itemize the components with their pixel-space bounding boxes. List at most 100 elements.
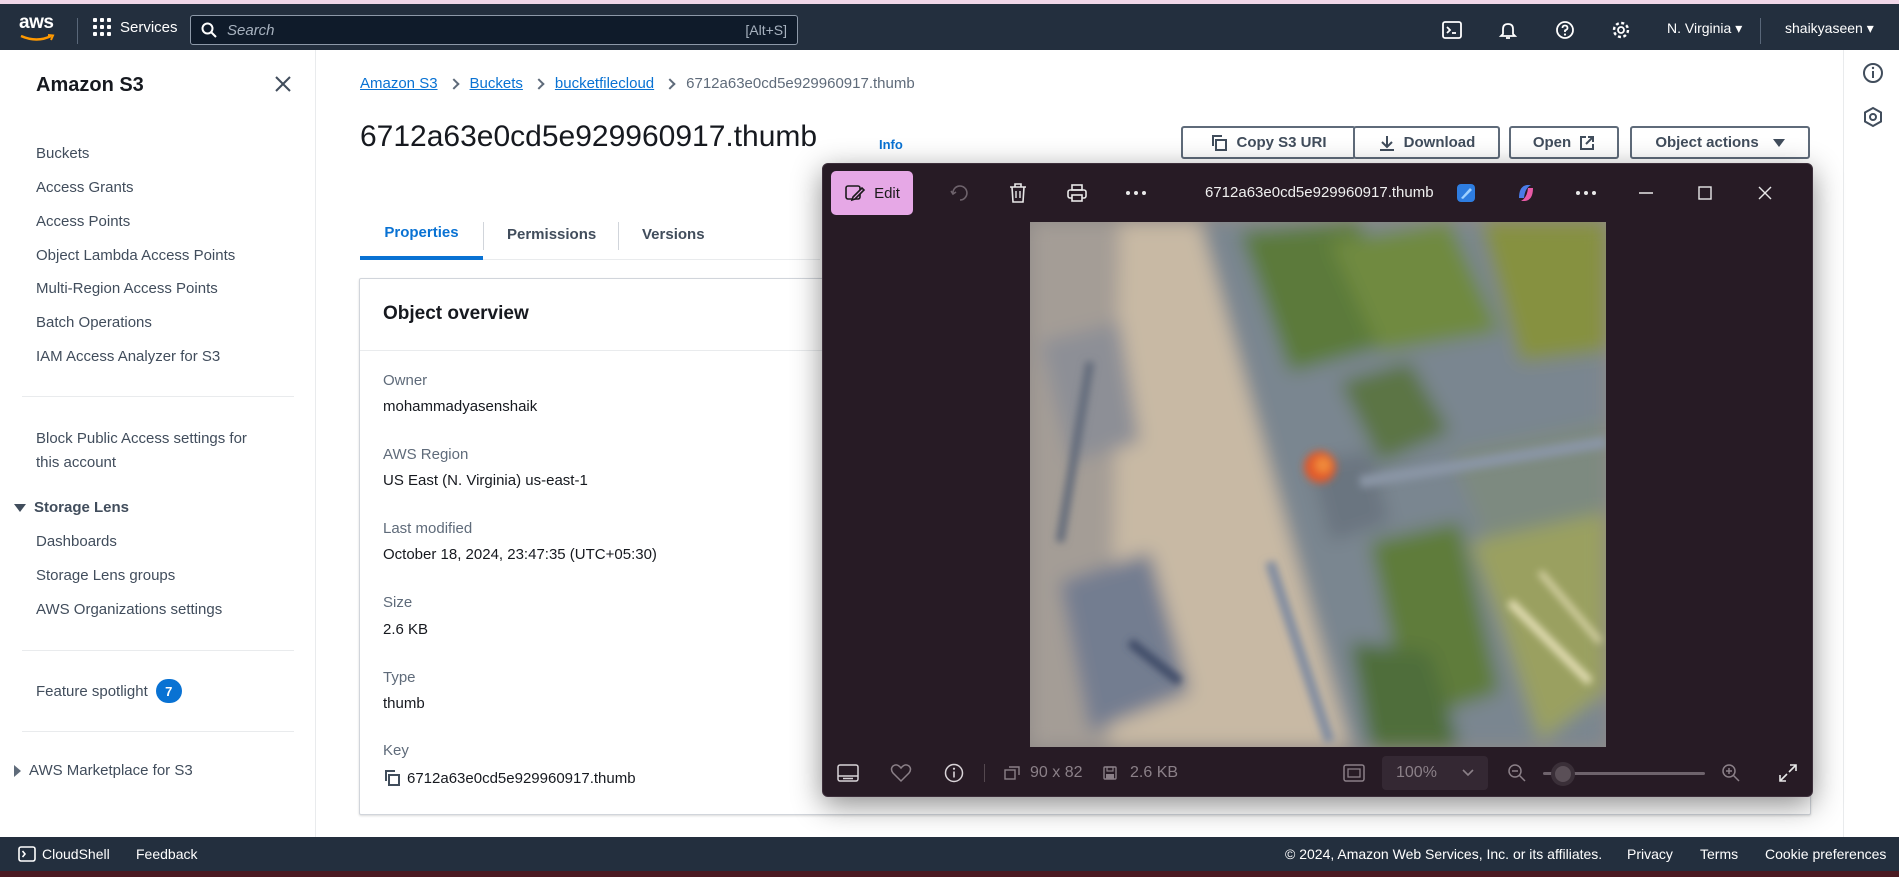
image-file-size: 2.6 KB: [1130, 764, 1179, 781]
privacy-link[interactable]: Privacy: [1627, 846, 1673, 862]
tab-permissions[interactable]: Permissions: [507, 208, 596, 260]
info-circle-icon[interactable]: [1862, 62, 1884, 84]
search-input[interactable]: Search [Alt+S]: [190, 15, 798, 45]
copy-icon[interactable]: [383, 769, 401, 787]
heart-icon[interactable]: [890, 763, 912, 783]
sidebar-divider: [22, 396, 294, 397]
storage-lens-section[interactable]: Storage Lens: [14, 499, 129, 516]
zoom-slider-handle[interactable]: [1551, 762, 1576, 786]
hexagon-icon[interactable]: [1862, 106, 1884, 128]
cloudshell-icon[interactable]: [1441, 19, 1463, 41]
file-size-icon: [1103, 766, 1117, 780]
external-link-icon: [1580, 135, 1595, 150]
region-value: US East (N. Virginia) us-east-1: [383, 472, 588, 489]
breadcrumb-bucket[interactable]: bucketfilecloud: [555, 75, 654, 92]
info-circle-icon[interactable]: [944, 763, 964, 783]
aerial-photo: [1030, 222, 1606, 747]
sidebar-divider: [22, 650, 294, 651]
taskbar-edge: [0, 871, 1899, 877]
block-public-line2: this account: [36, 454, 117, 471]
sidebar-divider: [22, 731, 294, 732]
sidebar-item-storage-lens-groups[interactable]: Storage Lens groups: [36, 567, 175, 584]
key-value-row: 6712a63e0cd5e929960917.thumb: [383, 769, 636, 787]
copy-s3-uri-label: Copy S3 URI: [1236, 134, 1327, 151]
object-actions-label: Object actions: [1655, 134, 1759, 151]
fullscreen-icon[interactable]: [1778, 763, 1798, 783]
sidebar-item-multi-region[interactable]: Multi-Region Access Points: [36, 280, 218, 297]
sidebar-item-feature-spotlight[interactable]: Feature spotlight 7: [36, 679, 182, 703]
minimize-icon[interactable]: [1631, 178, 1661, 208]
close-icon[interactable]: [273, 74, 293, 94]
grid-icon: [93, 18, 111, 36]
tab-versions[interactable]: Versions: [642, 208, 705, 260]
sidebar-item-marketplace[interactable]: AWS Marketplace for S3: [14, 762, 193, 779]
chevron-down-icon: [1462, 769, 1474, 777]
terms-link[interactable]: Terms: [1700, 846, 1738, 862]
more-options-icon[interactable]: [1121, 178, 1151, 208]
sidebar-item-buckets[interactable]: Buckets: [36, 145, 89, 162]
help-icon[interactable]: [1554, 19, 1576, 41]
breadcrumb-current: 6712a63e0cd5e929960917.thumb: [686, 75, 915, 92]
maximize-icon[interactable]: [1690, 178, 1720, 208]
key-value: 6712a63e0cd5e929960917.thumb: [407, 769, 636, 787]
object-actions-button[interactable]: Object actions: [1630, 126, 1810, 159]
feedback-link[interactable]: Feedback: [136, 846, 197, 862]
owner-value: mohammadyasenshaik: [383, 398, 538, 415]
top-navigation: aws Services Search [Alt+S] N. Virginia …: [0, 0, 1899, 50]
aws-logo[interactable]: aws: [19, 12, 57, 44]
chevron-right-icon: [664, 77, 676, 90]
sidebar-item-access-grants[interactable]: Access Grants: [36, 179, 134, 196]
settings-gear-icon[interactable]: [1610, 19, 1632, 41]
delete-icon[interactable]: [1003, 178, 1033, 208]
edit-button[interactable]: Edit: [831, 171, 913, 215]
download-button[interactable]: Download: [1353, 126, 1500, 159]
open-label: Open: [1532, 134, 1572, 151]
feature-spotlight-label: Feature spotlight: [36, 682, 148, 700]
breadcrumb-amazon-s3[interactable]: Amazon S3: [360, 75, 438, 92]
dimensions-icon: [1004, 766, 1020, 780]
designer-app-icon[interactable]: [1451, 178, 1481, 208]
more-options-icon[interactable]: [1571, 178, 1601, 208]
search-shortcut: [Alt+S]: [745, 22, 787, 38]
cloudshell-button[interactable]: CloudShell: [18, 846, 110, 862]
zoom-out-icon[interactable]: [1507, 763, 1527, 783]
aws-logo-text: aws: [19, 12, 54, 33]
notification-count-badge: 7: [155, 679, 182, 703]
key-label: Key: [383, 742, 409, 759]
notifications-icon[interactable]: [1497, 19, 1519, 41]
sidebar-item-block-public-access[interactable]: Block Public Access settings for this ac…: [36, 427, 247, 475]
zoom-in-icon[interactable]: [1721, 763, 1741, 783]
viewer-status-bar: 90 x 82 2.6 KB 100%: [823, 748, 1812, 796]
services-menu[interactable]: Services: [93, 18, 178, 36]
zoom-dropdown[interactable]: 100%: [1382, 756, 1488, 790]
tab-properties[interactable]: Properties: [360, 208, 483, 260]
caret-right-icon: [14, 764, 21, 777]
sidebar-item-aws-org-settings[interactable]: AWS Organizations settings: [36, 601, 222, 618]
region-label: N. Virginia: [1667, 20, 1732, 36]
search-placeholder: Search: [227, 21, 275, 39]
close-window-icon[interactable]: [1750, 178, 1780, 208]
sidebar-item-object-lambda[interactable]: Object Lambda Access Points: [36, 247, 235, 264]
page-title: 6712a63e0cd5e929960917.thumb: [360, 120, 818, 153]
info-link[interactable]: Info: [879, 137, 903, 152]
sidebar-item-batch-operations[interactable]: Batch Operations: [36, 314, 152, 331]
rotate-icon[interactable]: [944, 178, 974, 208]
fit-to-window-icon[interactable]: [1343, 763, 1365, 783]
open-button[interactable]: Open: [1509, 126, 1619, 159]
user-menu[interactable]: shaikyaseen ▾: [1785, 20, 1874, 37]
download-icon: [1379, 135, 1394, 151]
print-icon[interactable]: [1062, 178, 1092, 208]
size-label: Size: [383, 594, 413, 611]
copilot-icon[interactable]: [1511, 178, 1541, 208]
region-selector[interactable]: N. Virginia ▾: [1667, 20, 1742, 37]
user-name: shaikyaseen: [1785, 20, 1863, 36]
sidebar-title: Amazon S3: [36, 74, 144, 96]
sidebar-item-access-points[interactable]: Access Points: [36, 213, 130, 230]
copy-s3-uri-button[interactable]: Copy S3 URI: [1181, 126, 1356, 159]
sidebar-item-iam-access-analyzer[interactable]: IAM Access Analyzer for S3: [36, 348, 220, 365]
breadcrumb-buckets[interactable]: Buckets: [470, 75, 523, 92]
sidebar-item-dashboards[interactable]: Dashboards: [36, 533, 117, 550]
cookie-preferences-link[interactable]: Cookie preferences: [1765, 846, 1886, 862]
region-label: AWS Region: [383, 446, 469, 463]
filmstrip-icon[interactable]: [837, 764, 859, 782]
